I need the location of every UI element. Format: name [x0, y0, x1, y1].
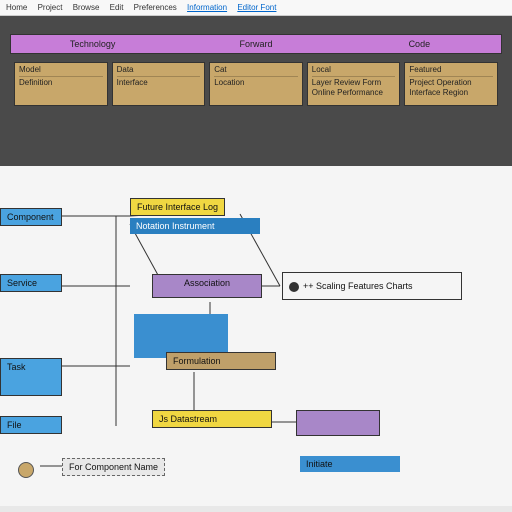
card-1-body: Definition [19, 78, 103, 88]
header-col-3: Code [338, 35, 501, 53]
node-1b[interactable]: Notation Instrument [130, 218, 260, 234]
node-1a[interactable]: Future Interface Log [130, 198, 225, 216]
card-5-title: Featured [409, 65, 493, 77]
header-bar: Technology Forward Code [10, 34, 502, 54]
node-4[interactable]: Js Datastream [152, 410, 272, 428]
card-4-body: Layer Review Form Online Performance [312, 78, 396, 98]
menu-preferences[interactable]: Preferences [134, 3, 177, 12]
top-panel: Technology Forward Code ModelDefinition … [0, 16, 512, 166]
menu-edit[interactable]: Edit [110, 3, 124, 12]
header-col-2: Forward [174, 35, 337, 53]
node-5b[interactable]: Initiate [300, 456, 400, 472]
card-1[interactable]: ModelDefinition [14, 62, 108, 106]
node-left-3[interactable]: Task [0, 358, 62, 396]
card-3[interactable]: CatLocation [209, 62, 303, 106]
menu-project[interactable]: Project [38, 3, 63, 12]
node-2r-label: ++ Scaling Features Charts [303, 281, 413, 291]
card-3-body: Location [214, 78, 298, 88]
menu-home[interactable]: Home [6, 3, 27, 12]
header-col-1: Technology [11, 35, 174, 53]
node-5a[interactable]: For Component Name [62, 458, 165, 476]
globe-icon [18, 462, 34, 478]
node-3[interactable]: Formulation [166, 352, 276, 370]
node-purple-2[interactable] [296, 410, 380, 436]
card-2[interactable]: DataInterface [112, 62, 206, 106]
menu-browse[interactable]: Browse [73, 3, 100, 12]
diagram-canvas: Component Service Task File Future Inter… [0, 166, 512, 506]
card-5[interactable]: FeaturedProject Operation Interface Regi… [404, 62, 498, 106]
node-left-2[interactable]: Service [0, 274, 62, 292]
card-5-body: Project Operation Interface Region [409, 78, 493, 98]
menu-link-2[interactable]: Editor Font [237, 3, 276, 12]
menu-link-1[interactable]: Information [187, 3, 227, 12]
node-left-1[interactable]: Component [0, 208, 62, 226]
card-2-title: Data [117, 65, 201, 77]
node-2r[interactable]: ++ Scaling Features Charts [282, 272, 462, 300]
card-2-body: Interface [117, 78, 201, 88]
connectors [0, 166, 512, 506]
node-2[interactable]: Association [152, 274, 262, 298]
cards-row: ModelDefinition DataInterface CatLocatio… [10, 62, 502, 106]
bullet-icon [289, 282, 299, 292]
menubar: Home Project Browse Edit Preferences Inf… [0, 0, 512, 16]
card-1-title: Model [19, 65, 103, 77]
card-4-title: Local [312, 65, 396, 77]
node-left-4[interactable]: File [0, 416, 62, 434]
card-4[interactable]: LocalLayer Review Form Online Performanc… [307, 62, 401, 106]
card-3-title: Cat [214, 65, 298, 77]
